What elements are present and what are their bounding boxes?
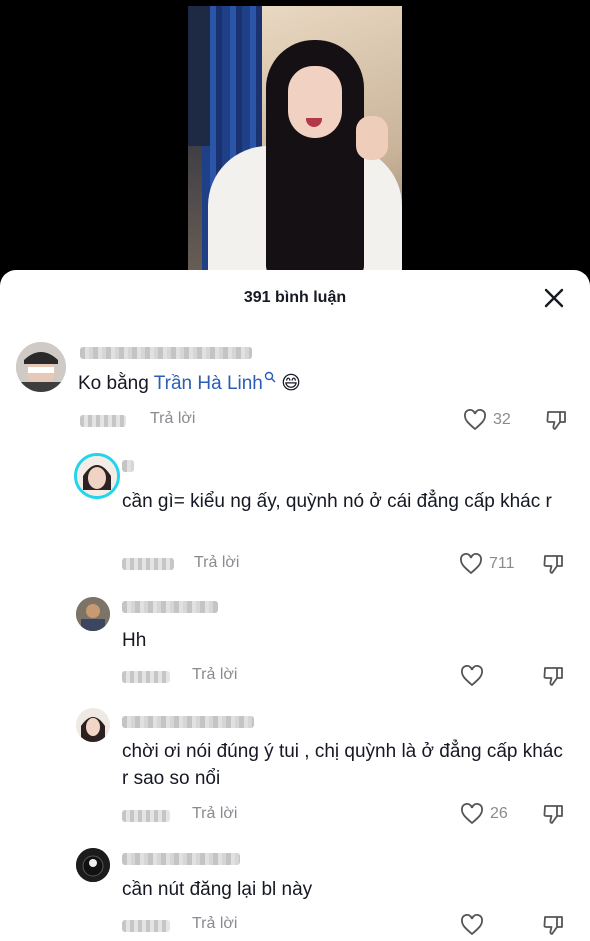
like-count: 32 xyxy=(493,411,511,428)
timestamp-blurred xyxy=(122,558,174,570)
search-icon xyxy=(264,371,276,383)
avatar-photo-icon xyxy=(16,342,66,392)
timestamp-blurred xyxy=(80,415,126,427)
timestamp-blurred xyxy=(122,671,170,683)
reply-button[interactable]: Trả lời xyxy=(192,915,237,933)
comment-text: Ko bằng Trần Hà Linh 😄 xyxy=(78,371,301,394)
heart-outline-icon[interactable] xyxy=(460,803,484,825)
person-hand xyxy=(356,116,388,160)
like-count: 26 xyxy=(490,805,508,822)
reply-button[interactable]: Trả lời xyxy=(194,554,239,572)
avatar[interactable] xyxy=(16,342,66,392)
heart-outline-icon[interactable] xyxy=(459,553,483,575)
reply-button[interactable]: Trả lời xyxy=(192,666,237,684)
person-face xyxy=(288,66,342,138)
thumbs-down-icon[interactable] xyxy=(542,802,566,826)
comments-header: 391 bình luận xyxy=(0,270,590,326)
comment-text: cần gì= kiểu ng ấy, quỳnh nó ở cái đẳng … xyxy=(122,491,552,512)
reply-button[interactable]: Trả lời xyxy=(150,410,195,428)
comment-count-title: 391 bình luận xyxy=(243,289,347,306)
avatar[interactable] xyxy=(76,848,110,882)
username-blurred[interactable] xyxy=(80,347,252,359)
username-blurred[interactable] xyxy=(122,853,240,865)
mention-link[interactable]: Trần Hà Linh xyxy=(154,371,276,394)
thumbs-down-icon[interactable] xyxy=(545,408,569,432)
avatar-photo-icon xyxy=(76,848,110,882)
emoji: 😄 xyxy=(281,373,301,394)
avatar[interactable] xyxy=(76,708,110,742)
username-blurred[interactable] xyxy=(122,460,134,472)
like-count: 711 xyxy=(489,555,515,572)
comment-text: Hh xyxy=(122,630,147,651)
heart-outline-icon[interactable] xyxy=(460,914,484,936)
video-thumbnail[interactable] xyxy=(188,6,402,276)
thumbs-down-icon[interactable] xyxy=(542,552,566,576)
avatar-photo-icon xyxy=(77,456,117,496)
timestamp-blurred xyxy=(122,810,170,822)
avatar[interactable] xyxy=(74,453,120,499)
avatar-photo-icon xyxy=(76,708,110,742)
username-blurred[interactable] xyxy=(122,716,254,728)
avatar[interactable] xyxy=(76,597,110,631)
thumbs-down-icon[interactable] xyxy=(542,913,566,937)
comments-sheet: 391 bình luận Ko bằng Trần Hà Linh 😄 Trả… xyxy=(0,270,590,941)
comment-text: chời ơi nói đúng ý tui , chị quỳnh là ở … xyxy=(122,741,563,789)
window xyxy=(188,6,210,146)
heart-outline-icon[interactable] xyxy=(460,665,484,687)
reply-button[interactable]: Trả lời xyxy=(192,805,237,823)
thumbs-down-icon[interactable] xyxy=(542,664,566,688)
avatar-photo-icon xyxy=(76,597,110,631)
heart-outline-icon[interactable] xyxy=(463,409,487,431)
timestamp-blurred xyxy=(122,920,170,932)
username-blurred[interactable] xyxy=(122,601,218,613)
close-icon[interactable] xyxy=(542,286,566,310)
comment-text: cần nút đăng lại bl này xyxy=(122,879,313,900)
